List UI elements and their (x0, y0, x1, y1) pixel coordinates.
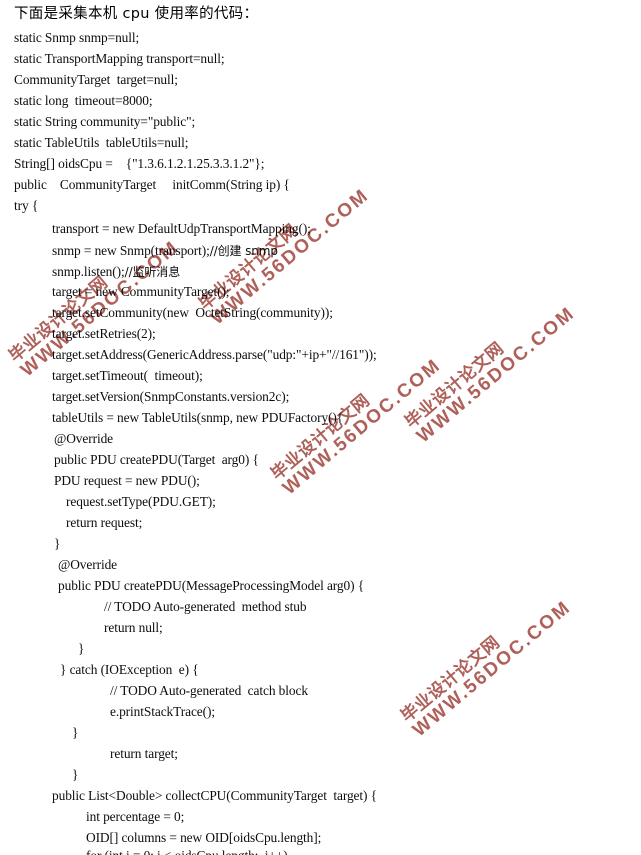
code-line-text: target.setAddress(GenericAddress.parse("… (52, 347, 377, 362)
code-line: snmp = new Snmp(transport);//创建 snmp (52, 242, 278, 259)
code-line-text: transport = new DefaultUdpTransportMappi… (52, 221, 311, 236)
code-line: public PDU createPDU(Target arg0) { (54, 452, 259, 468)
watermark-stamp: 毕业设计论文网 WWW.56DOC.COM (397, 584, 576, 741)
code-line: int percentage = 0; (86, 809, 184, 825)
code-line: static TableUtils tableUtils=null; (14, 135, 188, 151)
code-line-text: public PDU createPDU(Target arg0) { (54, 452, 259, 467)
code-line-text: @Override (58, 557, 118, 572)
code-line-text: PDU request = new PDU(); (54, 473, 200, 488)
code-line-text: snmp = new Snmp(transport); (52, 243, 210, 258)
code-line: } (54, 536, 60, 552)
code-line-text: return null; (104, 620, 163, 635)
code-line-text: // TODO Auto-generated catch block (110, 683, 308, 698)
code-line-text: public PDU createPDU(MessageProcessingMo… (58, 578, 365, 593)
watermark-stamp: 毕业设计论文网 WWW.56DOC.COM (401, 290, 580, 447)
code-line-text: } (72, 767, 79, 782)
code-line-text: } catch (IOException e) { (60, 662, 199, 677)
code-line-text: request.setType(PDU.GET); (66, 494, 216, 509)
code-line: target.setAddress(GenericAddress.parse("… (52, 347, 377, 363)
code-line: tableUtils = new TableUtils(snmp, new PD… (52, 410, 343, 426)
code-line: @Override (58, 557, 117, 573)
code-line-text: } (72, 725, 79, 740)
code-line: // TODO Auto-generated catch block (110, 683, 308, 699)
code-line: target.setCommunity(new OctetString(comm… (52, 305, 333, 321)
code-line: } (72, 767, 78, 783)
code-line: transport = new DefaultUdpTransportMappi… (52, 221, 311, 237)
code-line-text: return target; (110, 746, 178, 761)
code-line: static long timeout=8000; (14, 93, 153, 109)
code-line-text: target.setCommunity(new OctetString(comm… (52, 305, 333, 320)
code-line-text: e.printStackTrace(); (110, 704, 215, 719)
code-line-text: String[] oidsCpu = {"1.3.6.1.2.1.25.3.3.… (14, 156, 265, 171)
code-line: snmp.listen();//监听消息 (52, 263, 180, 280)
code-line-text: static long timeout=8000; (14, 93, 153, 108)
code-line-text: public CommunityTarget initComm(String i… (14, 177, 290, 192)
page-title: 下面是采集本机 cpu 使用率的代码： (14, 6, 259, 22)
code-line: target = new CommunityTarget(); (52, 284, 230, 300)
code-line-text: tableUtils = new TableUtils(snmp, new PD… (52, 410, 344, 425)
code-line: static Snmp snmp=null; (14, 30, 139, 46)
code-line-text: static String community="public"; (14, 114, 196, 129)
code-line: CommunityTarget target=null; (14, 72, 178, 88)
code-line-text: int percentage = 0; (86, 809, 185, 824)
code-line: public List<Double> collectCPU(Community… (52, 788, 377, 804)
code-line-text: target.setRetries(2); (52, 326, 156, 341)
code-line: PDU request = new PDU(); (54, 473, 200, 489)
code-line-text: } (54, 536, 61, 551)
code-line: return target; (110, 746, 178, 762)
watermark-url-text: WWW.56DOC.COM (408, 596, 576, 741)
code-line-comment: //创建 snmp (209, 244, 278, 258)
code-line-text: public List<Double> collectCPU(Community… (52, 788, 377, 803)
code-line-text: OID[] columns = new OID[oidsCpu.length]; (86, 830, 322, 845)
code-line-text: try { (14, 198, 39, 213)
code-line: } (72, 725, 78, 741)
code-line: public CommunityTarget initComm(String i… (14, 177, 290, 193)
code-line: return null; (104, 620, 163, 636)
code-line-text: // TODO Auto-generated method stub (104, 599, 307, 614)
code-line-text: static TableUtils tableUtils=null; (14, 135, 189, 150)
code-line: static TransportMapping transport=null; (14, 51, 225, 67)
code-line-text: return request; (66, 515, 143, 530)
code-line: target.setTimeout( timeout); (52, 368, 203, 384)
code-line: try { (14, 198, 38, 214)
code-line-text: } (78, 641, 85, 656)
watermark-chinese-text: 毕业设计论文网 (401, 338, 508, 432)
code-line-text: @Override (54, 431, 114, 446)
code-line: target.setRetries(2); (52, 326, 156, 342)
code-line: request.setType(PDU.GET); (66, 494, 216, 510)
code-line: target.setVersion(SnmpConstants.version2… (52, 389, 289, 405)
code-line-text: target.setTimeout( timeout); (52, 368, 203, 383)
watermark-chinese-text: 毕业设计论文网 (397, 632, 504, 726)
code-line: String[] oidsCpu = {"1.3.6.1.2.1.25.3.3.… (14, 156, 264, 172)
code-line-text: for (int i = 0; i < oidsCpu.length; i++) (86, 848, 288, 855)
code-line: } catch (IOException e) { (60, 662, 199, 678)
code-line-text: target = new CommunityTarget(); (52, 284, 230, 299)
code-line-text: static TransportMapping transport=null; (14, 51, 225, 66)
code-line: @Override (54, 431, 113, 447)
code-line-text: CommunityTarget target=null; (14, 72, 178, 87)
watermark-url-text: WWW.56DOC.COM (278, 354, 446, 499)
code-line: e.printStackTrace(); (110, 704, 215, 720)
code-line: for (int i = 0; i < oidsCpu.length; i++) (86, 848, 288, 855)
code-line-text: snmp.listen(); (52, 264, 125, 279)
document-page: 毕业设计论文网 WWW.56DOC.COM 毕业设计论文网 WWW.56DOC.COM… (0, 0, 641, 855)
watermark-url-text: WWW.56DOC.COM (412, 302, 580, 447)
code-line: public PDU createPDU(MessageProcessingMo… (58, 578, 364, 594)
code-line-comment: //监听消息 (124, 265, 181, 279)
code-line: OID[] columns = new OID[oidsCpu.length]; (86, 830, 321, 846)
code-line: } (78, 641, 84, 657)
code-line: return request; (66, 515, 142, 531)
code-line: static String community="public"; (14, 114, 195, 130)
code-line: // TODO Auto-generated method stub (104, 599, 307, 615)
code-line-text: static Snmp snmp=null; (14, 30, 140, 45)
code-line-text: target.setVersion(SnmpConstants.version2… (52, 389, 290, 404)
